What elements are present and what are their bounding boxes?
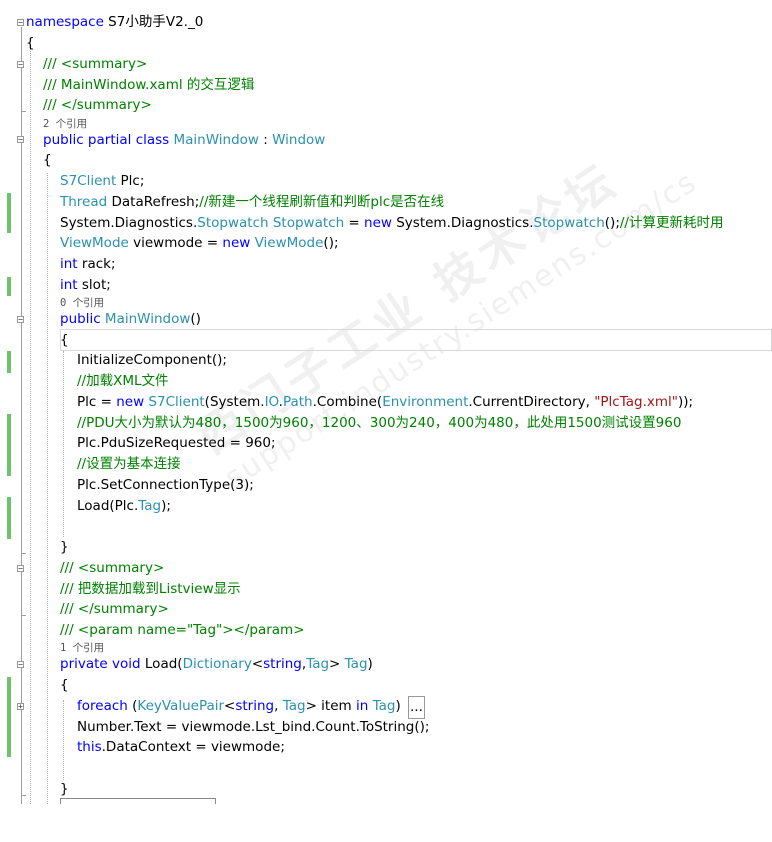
method-declaration: private void Load(Dictionary<string,Tag>… — [60, 656, 373, 672]
doc-comment: /// </summary> — [60, 601, 169, 617]
code-line[interactable]: Plc.PduSizeRequested = 960; — [0, 433, 772, 454]
code-line[interactable]: InitializeComponent(); — [0, 350, 772, 371]
field-declaration: int rack; — [60, 256, 116, 272]
codelens-references[interactable]: 0 个引用 — [60, 296, 104, 310]
code-line[interactable]: /// 把数据加载到Listview显示 — [0, 579, 772, 600]
statement: this.DataContext = viewmode; — [77, 739, 285, 755]
code-line[interactable]: } — [0, 779, 772, 800]
statement: Load(Plc.Tag); — [77, 498, 171, 514]
codelens-references[interactable]: 1 个引用 — [60, 641, 104, 655]
brace: { — [60, 677, 69, 693]
code-line[interactable]: } — [0, 537, 772, 558]
code-line[interactable]: int rack; — [0, 254, 772, 275]
code-line[interactable]: /// <param name="Tag"></param> — [0, 620, 772, 641]
code-line[interactable]: Load(Plc.Tag); — [0, 496, 772, 517]
code-line[interactable]: public MainWindow() — [0, 309, 772, 330]
brace: { — [26, 35, 35, 51]
statement: foreach (KeyValuePair<string, Tag> item … — [77, 698, 401, 714]
code-line[interactable]: ViewMode viewmode = new ViewMode(); — [0, 233, 772, 254]
code-line[interactable]: private void Load(Dictionary<string,Tag>… — [0, 654, 772, 675]
brace: } — [60, 781, 69, 797]
code-line[interactable]: /// </summary> — [0, 95, 772, 116]
code-line[interactable]: { — [0, 675, 772, 696]
code-line[interactable]: { — [0, 330, 772, 351]
code-line[interactable]: { — [0, 33, 772, 54]
code-line[interactable]: /// </summary> — [0, 599, 772, 620]
code-line[interactable]: Plc.SetConnectionType(3); — [0, 475, 772, 496]
collapsed-region-box[interactable] — [60, 798, 216, 804]
comment: //PDU大小为默认为480，1500为960，1200、300为240，400… — [77, 415, 682, 431]
code-line[interactable]: foreach (KeyValuePair<string, Tag> item … — [0, 696, 772, 719]
code-line[interactable]: /// <summary> — [0, 558, 772, 579]
doc-comment: /// <summary> — [43, 56, 148, 72]
codelens-references[interactable]: 2 个引用 — [43, 117, 87, 131]
namespace-declaration: namespace S7小助手V2._0 — [26, 14, 204, 30]
doc-comment: /// MainWindow.xaml 的交互逻辑 — [43, 77, 255, 93]
field-declaration: Thread DataRefresh;//新建一个线程刷新值和判断plc是否在线 — [60, 194, 445, 210]
constructor-declaration: public MainWindow() — [60, 311, 201, 327]
code-line[interactable]: /// <summary> — [0, 54, 772, 75]
code-line[interactable]: namespace S7小助手V2._0 — [0, 12, 772, 33]
code-line[interactable]: //PDU大小为默认为480，1500为960，1200、300为240，400… — [0, 413, 772, 434]
brace: { — [43, 152, 52, 168]
code-line[interactable]: //加载XML文件 — [0, 371, 772, 392]
brace: { — [60, 332, 69, 348]
code-line[interactable]: int slot; — [0, 275, 772, 296]
statement: Plc = new S7Client(System.IO.Path.Combin… — [77, 394, 694, 410]
statement: Plc.PduSizeRequested = 960; — [77, 435, 276, 451]
code-line[interactable]: /// MainWindow.xaml 的交互逻辑 — [0, 75, 772, 96]
code-line[interactable]: { — [0, 150, 772, 171]
field-declaration: ViewMode viewmode = new ViewMode(); — [60, 235, 339, 251]
statement: InitializeComponent(); — [77, 352, 227, 368]
collapsed-block-indicator[interactable]: ... — [408, 696, 425, 719]
code-line[interactable]: System.Diagnostics.Stopwatch Stopwatch =… — [0, 213, 772, 234]
code-line[interactable]: Thread DataRefresh;//新建一个线程刷新值和判断plc是否在线 — [0, 192, 772, 213]
class-declaration: public partial class MainWindow : Window — [43, 132, 326, 148]
code-line[interactable]: //设置为基本连接 — [0, 454, 772, 475]
field-declaration: System.Diagnostics.Stopwatch Stopwatch =… — [60, 215, 724, 231]
doc-comment: /// <param name="Tag"></param> — [60, 622, 305, 638]
statement: Plc.SetConnectionType(3); — [77, 477, 254, 493]
code-line[interactable]: Plc = new S7Client(System.IO.Path.Combin… — [0, 392, 772, 413]
doc-comment: /// <summary> — [60, 560, 165, 576]
code-editor[interactable]: 西门子工业 技术论坛 support.industry.siemens.com/… — [0, 0, 772, 804]
code-line[interactable]: public partial class MainWindow : Window — [0, 130, 772, 151]
code-line[interactable]: S7Client Plc; — [0, 171, 772, 192]
doc-comment: /// </summary> — [43, 97, 152, 113]
comment: //设置为基本连接 — [77, 456, 181, 472]
doc-comment: /// 把数据加载到Listview显示 — [60, 581, 241, 597]
code-line[interactable]: Number.Text = viewmode.Lst_bind.Count.To… — [0, 717, 772, 738]
comment: //加载XML文件 — [77, 373, 169, 389]
statement: Number.Text = viewmode.Lst_bind.Count.To… — [77, 719, 430, 735]
field-declaration: S7Client Plc; — [60, 173, 145, 189]
field-declaration: int slot; — [60, 277, 111, 293]
code-line[interactable]: this.DataContext = viewmode; — [0, 737, 772, 758]
brace: } — [60, 539, 69, 555]
